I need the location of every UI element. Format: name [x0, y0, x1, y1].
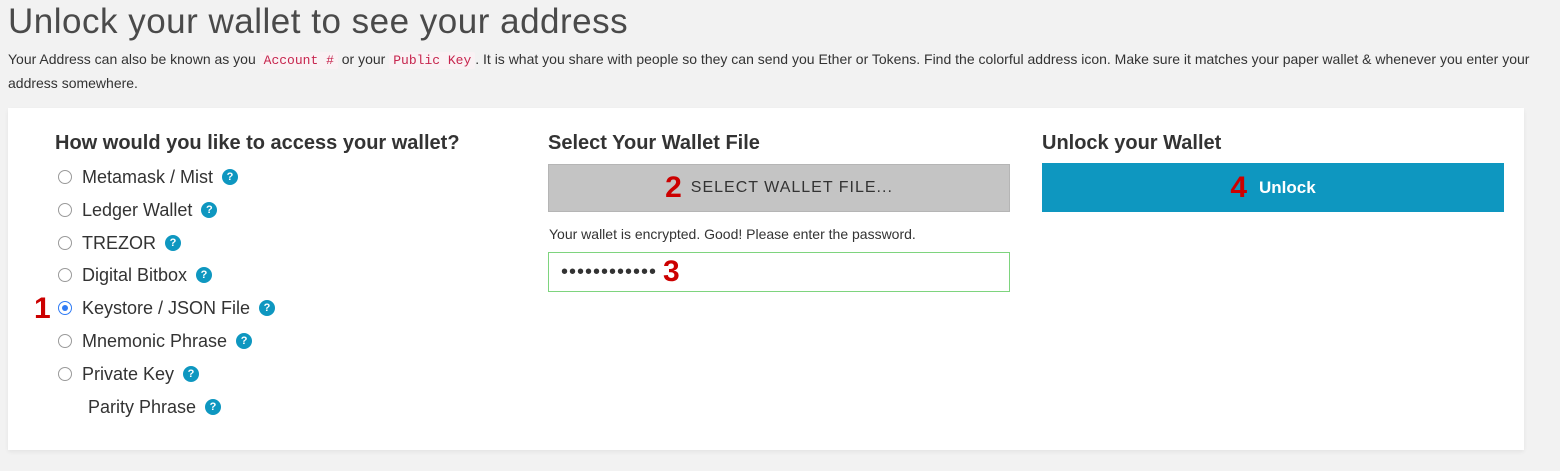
- encrypted-message: Your wallet is encrypted. Good! Please e…: [549, 226, 916, 242]
- public-key-code: Public Key: [389, 52, 476, 69]
- radio-button[interactable]: [58, 170, 72, 184]
- help-icon[interactable]: ?: [201, 202, 218, 218]
- unlock-button-label: Unlock: [1259, 177, 1316, 197]
- option-label: Mnemonic Phrase: [82, 330, 228, 351]
- select-wallet-file-label: SELECT WALLET FILE...: [690, 179, 893, 196]
- radio-button[interactable]: [58, 367, 72, 381]
- help-icon[interactable]: ?: [165, 235, 181, 251]
- option-ledger-wallet[interactable]: Ledger Wallet ?: [58, 198, 218, 222]
- help-icon[interactable]: ?: [259, 300, 276, 316]
- radio-button[interactable]: [58, 236, 72, 250]
- option-label: TREZOR: [82, 232, 156, 253]
- option-label: Metamask / Mist: [82, 166, 214, 187]
- option-label: Digital Bitbox: [82, 264, 188, 285]
- step-marker-4: 4: [1230, 170, 1247, 204]
- help-icon[interactable]: ?: [222, 169, 239, 185]
- option-digital-bitbox[interactable]: Digital Bitbox ?: [58, 263, 213, 287]
- option-parity-phrase[interactable]: Parity Phrase ?: [88, 395, 222, 419]
- intro-mid: or your: [337, 51, 390, 67]
- unlock-wallet-title: Unlock your Wallet: [1042, 132, 1222, 154]
- select-wallet-file-button[interactable]: 2 SELECT WALLET FILE...: [548, 164, 1010, 212]
- help-icon[interactable]: ?: [196, 267, 213, 283]
- intro-text: Your Address can also be known as you Ac…: [8, 48, 1538, 94]
- step-marker-3: 3: [663, 255, 681, 288]
- help-icon[interactable]: ?: [205, 399, 222, 415]
- radio-button[interactable]: [58, 268, 72, 282]
- password-value: ••••••••••••: [561, 260, 658, 283]
- account-number-code: Account #: [259, 52, 338, 69]
- page-title: Unlock your wallet to see your address: [8, 2, 629, 41]
- radio-button[interactable]: [58, 203, 72, 217]
- option-metamask-mist[interactable]: Metamask / Mist ?: [58, 165, 239, 189]
- step-marker-2: 2: [665, 171, 683, 204]
- option-label: Private Key: [82, 363, 175, 384]
- option-keystore-json-file[interactable]: Keystore / JSON File ?: [58, 296, 276, 320]
- wallet-access-card: How would you like to access your wallet…: [8, 108, 1524, 450]
- option-mnemonic-phrase[interactable]: Mnemonic Phrase ?: [58, 329, 253, 353]
- option-private-key[interactable]: Private Key ?: [58, 362, 200, 386]
- option-label: Ledger Wallet: [82, 199, 193, 220]
- help-icon[interactable]: ?: [183, 366, 200, 382]
- password-input[interactable]: •••••••••••• 3: [548, 252, 1010, 292]
- radio-button[interactable]: [58, 334, 72, 348]
- option-label: Parity Phrase: [88, 396, 197, 417]
- help-icon[interactable]: ?: [236, 333, 253, 349]
- unlock-button[interactable]: 4 Unlock: [1042, 163, 1504, 212]
- access-method-title: How would you like to access your wallet…: [55, 132, 460, 154]
- option-trezor[interactable]: TREZOR ?: [58, 231, 181, 255]
- intro-before: Your Address can also be known as you: [8, 51, 260, 67]
- option-label: Keystore / JSON File: [82, 297, 251, 318]
- step-marker-1: 1: [34, 292, 51, 325]
- wallet-file-title: Select Your Wallet File: [548, 132, 760, 154]
- radio-button-selected[interactable]: [58, 301, 72, 315]
